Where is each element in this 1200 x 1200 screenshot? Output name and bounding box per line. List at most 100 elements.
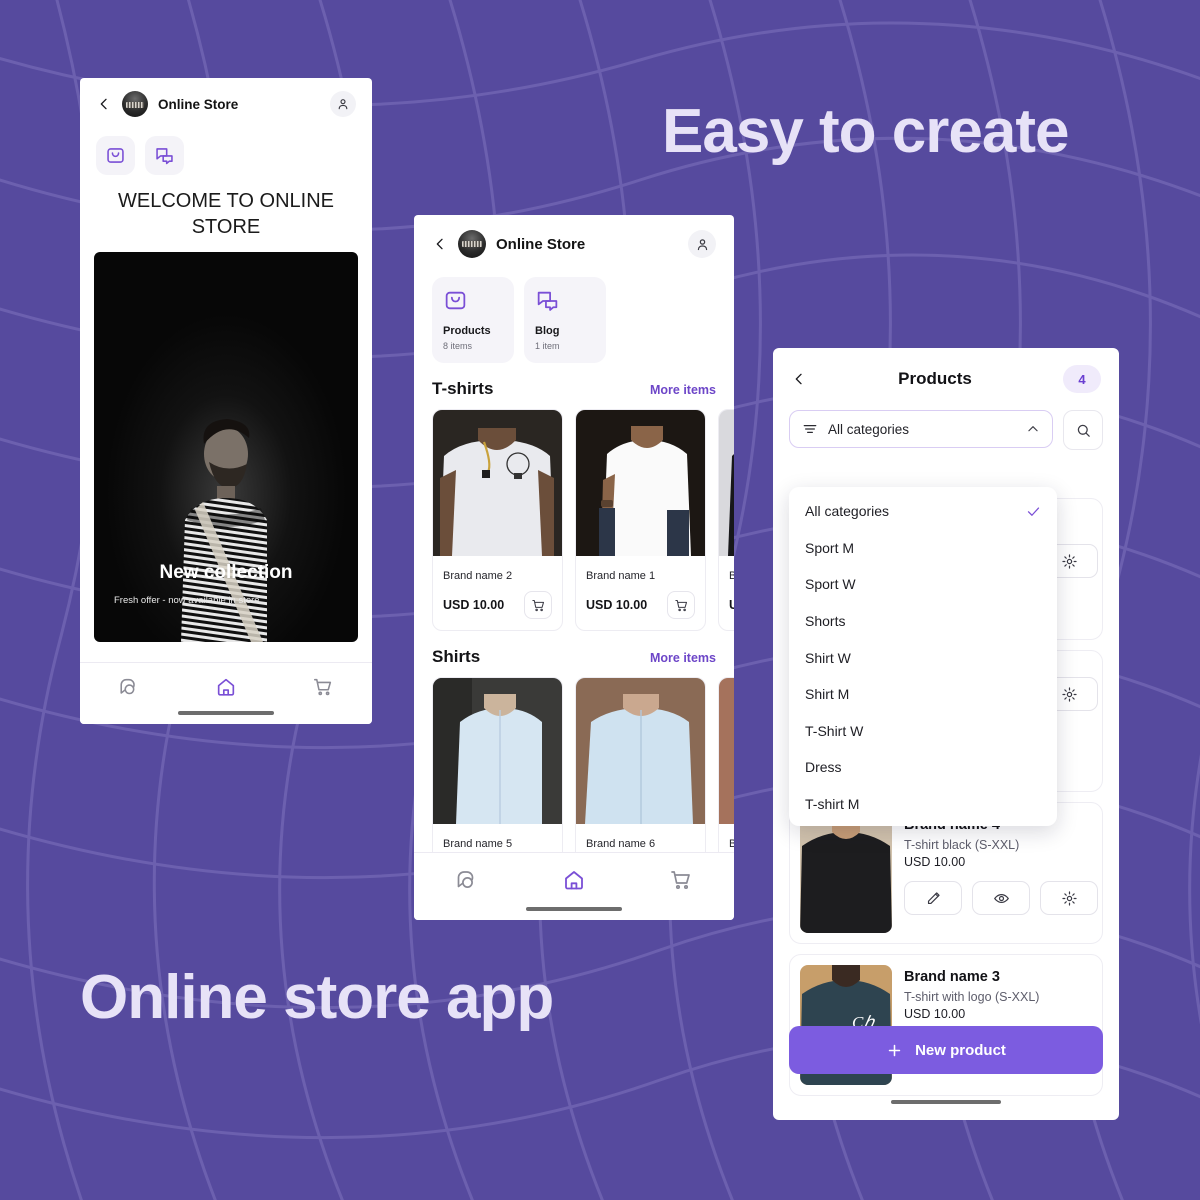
home-quick-tiles: [80, 130, 372, 175]
dropdown-option-dress[interactable]: Dress: [789, 749, 1057, 786]
tab-cart[interactable]: [312, 676, 334, 698]
new-product-button[interactable]: New product: [789, 1026, 1103, 1074]
shopping-bag-icon: [445, 291, 466, 310]
phone-products-screen: Products 4 All categories -X...: [773, 348, 1119, 1120]
blog-tile[interactable]: [145, 136, 184, 175]
tile-label: Blog: [535, 325, 560, 337]
tab-home[interactable]: [215, 676, 237, 698]
chevron-left-icon[interactable]: [432, 236, 448, 252]
dropdown-option-shirt-m[interactable]: Shirt M: [789, 676, 1057, 713]
edit-icon: [927, 891, 940, 904]
product-image: [719, 410, 734, 556]
chat-bubbles-icon: [537, 291, 558, 311]
tab-home[interactable]: [562, 868, 586, 892]
hero-banner[interactable]: New collection Fresh offer - now availab…: [94, 252, 358, 643]
check-icon: [1027, 507, 1040, 516]
product-price: USD 10.00: [586, 598, 648, 612]
avatar: [458, 230, 486, 258]
cart-icon: [531, 599, 544, 611]
dropdown-option-tshirt-m[interactable]: T-shirt M: [789, 786, 1057, 823]
product-price: USD 10.00: [904, 855, 966, 869]
section-header-shirts: Shirts More items: [414, 631, 734, 677]
add-to-cart-button[interactable]: [667, 591, 695, 619]
product-name: Brand name 5: [443, 838, 513, 850]
product-image: [576, 410, 705, 556]
product-card[interactable]: Brand name 1 USD 10.00: [575, 409, 706, 631]
option-label: Sport W: [805, 576, 856, 593]
product-image: [800, 813, 892, 933]
product-name: Brand name 3: [729, 570, 734, 582]
dropdown-option-shirt-w[interactable]: Shirt W: [789, 639, 1057, 676]
account-button[interactable]: [330, 91, 356, 117]
page-title: Online Store: [158, 96, 239, 112]
tile-label: Products: [443, 325, 491, 337]
catalog-topbar: Online Store: [414, 215, 734, 273]
dropdown-option-tshirt-w[interactable]: T-Shirt W: [789, 713, 1057, 750]
filter-icon: [803, 425, 817, 433]
tab-chat[interactable]: [118, 676, 140, 698]
account-button[interactable]: [688, 230, 716, 258]
home-indicator: [178, 711, 274, 715]
product-row-tshirts[interactable]: Brand name 2 USD 10.00 Brand name 1 USD …: [414, 409, 734, 631]
products-topbar: Products 4: [773, 348, 1119, 410]
product-card[interactable]: Brand name 2 USD 10.00: [432, 409, 563, 631]
product-desc: T-shirt with logo (S-XXL): [904, 990, 1040, 1004]
welcome-heading: WELCOME TO ONLINE STORE: [118, 190, 334, 238]
edit-button[interactable]: [904, 881, 962, 915]
product-price: USD 10.00: [729, 598, 734, 612]
settings-icon: [1061, 890, 1077, 906]
search-button[interactable]: [1063, 410, 1103, 450]
section-header-tshirts: T-shirts More items: [414, 363, 734, 409]
catalog-tile-products[interactable]: Products 8 items: [432, 277, 514, 363]
dropdown-option-shorts[interactable]: Shorts: [789, 603, 1057, 640]
tab-chat[interactable]: [455, 868, 479, 892]
more-items-link[interactable]: More items: [650, 383, 716, 397]
products-tile[interactable]: [96, 136, 135, 175]
chevron-up-icon: [1028, 426, 1038, 432]
settings-icon: [1061, 553, 1077, 569]
shopping-bag-icon: [107, 148, 124, 163]
person-icon: [697, 238, 707, 250]
chevron-left-icon[interactable]: [96, 96, 112, 112]
products-filter-row: All categories: [773, 410, 1119, 450]
product-name: Brand name 3: [904, 969, 1000, 985]
dropdown-option-sport-m[interactable]: Sport M: [789, 530, 1057, 567]
category-filter-select[interactable]: All categories: [789, 410, 1053, 448]
status-badge: 4: [1063, 365, 1101, 393]
add-to-cart-button[interactable]: [524, 591, 552, 619]
home-indicator: [526, 907, 622, 911]
person-icon: [338, 99, 348, 110]
avatar: [122, 91, 148, 117]
product-price: USD 10.00: [904, 1007, 966, 1021]
product-image: [576, 678, 705, 824]
product-name: Brand name 6: [586, 838, 656, 850]
dropdown-option-sport-w[interactable]: Sport W: [789, 566, 1057, 603]
plus-icon: [888, 1044, 901, 1056]
option-label: Shorts: [805, 613, 846, 630]
tab-cart[interactable]: [669, 868, 693, 892]
product-list-item[interactable]: Cℎ Brand name 3 T-shirt with logo (S-XXL…: [789, 954, 1103, 1096]
cart-icon: [674, 599, 687, 611]
chevron-left-icon[interactable]: [791, 371, 807, 387]
chat-bubbles-icon: [156, 148, 173, 165]
option-label: T-shirt M: [805, 796, 860, 813]
dropdown-option-all-categories[interactable]: All categories: [789, 493, 1057, 530]
tile-count: 8 items: [443, 341, 473, 351]
page-title: Products: [898, 369, 972, 388]
eye-icon: [993, 893, 1009, 903]
product-name: Brand name 2: [443, 570, 513, 582]
option-label: All categories: [805, 503, 890, 520]
settings-button[interactable]: [1040, 881, 1098, 915]
product-image: [433, 678, 562, 824]
product-image: [719, 678, 734, 824]
option-label: T-Shirt W: [805, 722, 864, 739]
home-indicator: [891, 1100, 1001, 1104]
more-items-link[interactable]: More items: [650, 651, 716, 665]
option-label: Dress: [805, 759, 842, 776]
category-filter-value: All categories: [828, 421, 910, 437]
catalog-tile-blog[interactable]: Blog 1 item: [524, 277, 606, 363]
product-card[interactable]: Brand name 3 USD 10.00: [718, 409, 734, 631]
catalog-tiles: Products 8 items Blog 1 item: [414, 273, 734, 363]
preview-button[interactable]: [972, 881, 1030, 915]
category-dropdown-menu[interactable]: All categories Sport M Sport W Shorts Sh…: [789, 487, 1057, 827]
